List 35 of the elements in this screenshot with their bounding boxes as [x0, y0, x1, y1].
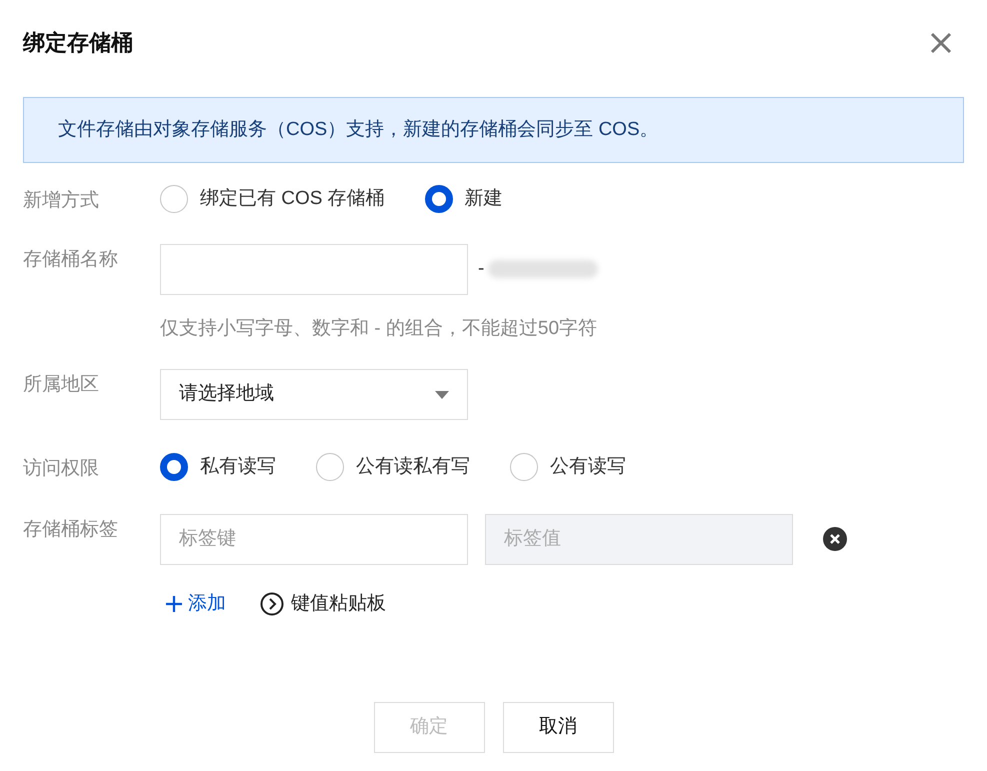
radio-label: 公有读写 [550, 455, 626, 479]
radio-option[interactable]: 新建 [424, 185, 503, 214]
hint-text: 仅支持小写字母、数字和 - 的组合，不能超过50字符 [160, 316, 598, 340]
dialog-title: 绑定存储桶 [23, 29, 133, 57]
region-select[interactable]: 请选择地域 [160, 369, 468, 420]
radio-option[interactable]: 公有读私有写 [316, 453, 470, 482]
bucket-name-field[interactable] [160, 244, 468, 294]
close-icon[interactable] [930, 32, 952, 54]
radio-icon[interactable] [160, 453, 188, 482]
chevron-circle-icon [260, 592, 284, 616]
separator-text: - [478, 256, 484, 281]
radio-option[interactable]: 绑定已有 COS 存储桶 [160, 185, 385, 214]
radio-label: 私有读写 [200, 455, 276, 479]
radio-icon[interactable] [510, 453, 538, 482]
paste-board-link[interactable]: 键值粘贴板 [260, 590, 386, 618]
add-tag-link[interactable]: 添加 [166, 590, 226, 618]
radio-label: 公有读私有写 [356, 455, 470, 479]
radio-icon[interactable] [424, 185, 453, 214]
radio-option[interactable]: 公有读写 [510, 453, 626, 482]
field-label: 存储桶名称 [23, 248, 119, 272]
plus-icon [166, 596, 182, 612]
radio-option[interactable]: 私有读写 [160, 453, 276, 482]
field-label: 新增方式 [23, 189, 100, 213]
radio-label: 绑定已有 COS 存储桶 [200, 187, 385, 211]
field-label: 访问权限 [23, 457, 100, 481]
tag-key-field[interactable]: 标签键 [160, 514, 468, 564]
radio-label: 新建 [464, 187, 503, 211]
dialog-button[interactable]: 取消 [502, 702, 614, 753]
field-label: 存储桶标签 [23, 518, 119, 542]
radio-icon[interactable] [160, 185, 188, 214]
remove-icon[interactable] [823, 527, 847, 551]
field-label: 所属地区 [23, 373, 100, 397]
radio-icon[interactable] [316, 453, 344, 482]
info-banner: 文件存储由对象存储服务（COS）支持，新建的存储桶会同步至 COS。 [23, 97, 964, 163]
caret-icon [435, 390, 449, 398]
